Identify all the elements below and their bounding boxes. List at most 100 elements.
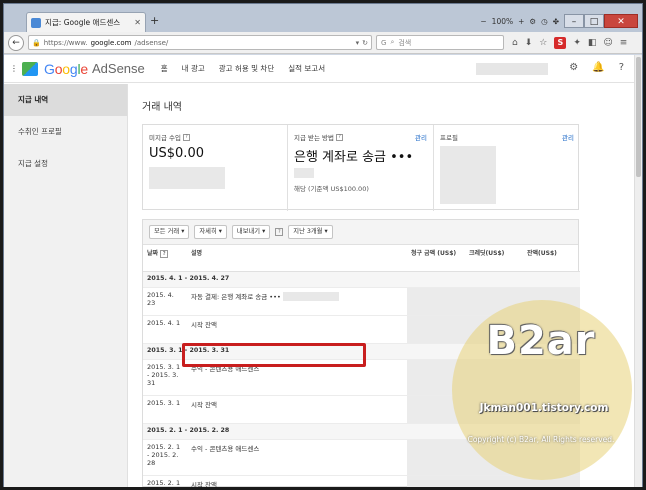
adsense-logo-icon[interactable] <box>22 61 38 76</box>
col-date[interactable]: 날짜 ? <box>143 245 187 272</box>
row-description[interactable]: 자동 결제: 은행 계좌로 송금 ••• <box>187 287 407 316</box>
reload-icon[interactable]: ↻ <box>362 39 368 47</box>
google-logo[interactable]: Google <box>44 61 88 77</box>
sidebar-item-payments[interactable]: 지급 내역 <box>4 84 127 116</box>
zoom-level: 100% <box>491 16 514 26</box>
profile-card: 프로필 관리 <box>433 125 580 211</box>
sidebar-item-payment-settings[interactable]: 지급 설정 <box>4 148 127 180</box>
col-balance: 잔액(US$) <box>523 245 580 272</box>
col-description: 설명 <box>187 245 407 272</box>
search-placeholder: 검색 <box>398 38 412 47</box>
redacted-block <box>440 146 496 204</box>
help-icon[interactable]: ? <box>275 228 284 236</box>
back-arrow-icon[interactable]: ← <box>8 34 24 51</box>
sidebar: 지급 내역 수취인 프로필 지급 설정 <box>4 84 128 487</box>
smiley-icon[interactable]: ☺ <box>603 38 612 48</box>
url-path: /adsense/ <box>134 38 169 47</box>
row-description: 시작 잔액 <box>187 395 407 424</box>
nav-allow-block[interactable]: 광고 허용 및 차단 <box>219 63 274 74</box>
help-icon[interactable]: ? <box>182 133 190 141</box>
nav-my-ads[interactable]: 내 광고 <box>182 63 205 74</box>
help-icon[interactable]: ? <box>336 133 344 141</box>
adsense-header: ⋮ Google AdSense 홈 내 광고 광고 허용 및 차단 실적 보고… <box>4 55 634 83</box>
browser-tab[interactable]: 지급: Google 애드센스 ✕ <box>26 12 146 32</box>
row-date: 2015. 4. 1 <box>143 315 187 344</box>
nav-home[interactable]: 홈 <box>161 63 168 74</box>
close-window-button[interactable]: ✕ <box>604 14 638 28</box>
row-description: 시작 잔액 <box>187 315 407 344</box>
scrollbar[interactable] <box>634 55 642 487</box>
gear-icon[interactable]: ⚙ <box>529 17 536 26</box>
addon-icon[interactable]: ✦ <box>573 38 581 48</box>
unpaid-value: US$0.00 <box>149 146 204 161</box>
col-charges: 청구 금액 (US$) <box>407 245 465 272</box>
puzzle-icon[interactable]: ✤ <box>553 17 559 26</box>
maximize-button[interactable]: □ <box>584 14 604 28</box>
tab-title: 지급: Google 애드센스 <box>45 18 121 27</box>
header-icons: ⚙ 🔔 ? <box>569 62 624 73</box>
row-description: 수익 - 콘텐츠용 애드센스 <box>187 439 407 476</box>
minimize-button[interactable]: – <box>564 14 584 28</box>
row-date: 2015. 4. 23 <box>143 287 187 316</box>
search-icon: ⌕ <box>390 38 395 46</box>
export-button[interactable]: 내보내기 ▾ <box>231 225 271 239</box>
col-credits: 크레딧(US$) <box>465 245 523 272</box>
scrollbar-thumb[interactable] <box>636 57 641 177</box>
close-tab-icon[interactable]: ✕ <box>134 18 141 27</box>
account-redacted <box>476 63 548 75</box>
redacted-block <box>294 168 314 178</box>
unpaid-label: 미지급 수입? <box>149 132 281 142</box>
unpaid-card: 미지급 수입? US$0.00 <box>143 125 287 211</box>
title-toolbar: − 100% + ⚙ ◷ ✤ – □ ✕ <box>480 14 638 28</box>
filter-all-transactions[interactable]: 모든 거래 ▾ <box>149 225 190 239</box>
highlight-box <box>182 343 366 367</box>
sidebar-item-payee-profile[interactable]: 수취인 프로필 <box>4 116 127 148</box>
method-manage-link[interactable]: 관리 <box>415 132 427 142</box>
summary-cards: 미지급 수입? US$0.00 지급 받는 방법? 관리 은행 계좌로 송금 •… <box>142 124 580 211</box>
profile-label: 프로필 <box>440 134 458 142</box>
extension-s-icon[interactable]: S <box>554 36 567 49</box>
search-engine-icon[interactable]: G <box>381 39 386 47</box>
notification-bell-icon[interactable]: 🔔 <box>592 62 604 73</box>
download-icon[interactable]: ⬇ <box>525 38 533 48</box>
filter-bar: 모든 거래 ▾ 자세히 ▾ 내보내기 ▾ ? 지난 3개월 ▾ <box>143 220 578 245</box>
search-box[interactable]: G ⌕ 검색 <box>376 35 504 50</box>
profile-manage-link[interactable]: 관리 <box>562 132 574 142</box>
table-header-row: 날짜 ? 설명 청구 금액 (US$) 크레딧(US$) 잔액(US$) <box>143 245 580 272</box>
toolbar-icons: ⌂ ⬇ ☆ S ✦ ◧ ☺ ≡ <box>512 36 628 49</box>
zoom-in-icon[interactable]: + <box>518 17 524 26</box>
row-date: 2015. 2. 1 <box>143 475 187 487</box>
adsense-favicon-icon <box>31 17 41 28</box>
help-icon[interactable]: ? <box>619 62 624 73</box>
nav-reports[interactable]: 실적 보고서 <box>288 63 325 74</box>
hamburger-icon[interactable]: ⋮ <box>10 64 18 73</box>
row-date: 2015. 3. 1 <box>143 395 187 424</box>
address-bar[interactable]: 🔒 https://www. google.com/adsense/ ▾ ↻ <box>28 35 372 50</box>
navigation-bar: ← 🔒 https://www. google.com/adsense/ ▾ ↻ … <box>4 32 642 54</box>
method-value: 은행 계좌로 송금 ••• <box>294 150 414 165</box>
bookmark-star-icon[interactable]: ☆ <box>539 38 547 48</box>
pocket-icon[interactable]: ◧ <box>588 38 597 48</box>
dropdown-arrow-icon[interactable]: ▾ <box>356 39 360 47</box>
settings-gear-icon[interactable]: ⚙ <box>569 62 578 73</box>
zoom-out-icon[interactable]: − <box>480 17 486 26</box>
threshold-text: 해당 (기준액 US$100.00) <box>294 185 369 193</box>
home-icon[interactable]: ⌂ <box>512 38 518 48</box>
row-date: 2015. 3. 1 - 2015. 3. 31 <box>143 359 187 396</box>
row-description: 시작 잔액 <box>187 475 407 487</box>
period-row: 2015. 4. 1 - 2015. 4. 27 <box>143 271 580 288</box>
payment-method-card: 지급 받는 방법? 관리 은행 계좌로 송금 ••• 해당 (기준액 US$10… <box>287 125 433 211</box>
filter-details[interactable]: 자세히 ▾ <box>194 225 227 239</box>
history-icon[interactable]: ◷ <box>541 17 548 26</box>
watermark-copyright: Copyright (c) B2ar, All Rights reserved. <box>467 435 615 444</box>
tab-bar: 지급: Google 애드센스 ✕ + − 100% + ⚙ ◷ ✤ – □ ✕ <box>4 4 642 32</box>
url-domain: google.com <box>90 38 132 47</box>
new-tab-button[interactable]: + <box>150 14 159 27</box>
watermark-url: Jkman001.tistory.com <box>479 402 609 414</box>
date-range-select[interactable]: 지난 3개월 ▾ <box>288 225 333 239</box>
menu-icon[interactable]: ≡ <box>620 38 628 48</box>
window-controls: – □ ✕ <box>564 14 638 28</box>
watermark-title: B2ar <box>486 318 596 364</box>
method-label: 지급 받는 방법? <box>294 132 427 142</box>
url-prefix: https://www. <box>43 38 88 47</box>
